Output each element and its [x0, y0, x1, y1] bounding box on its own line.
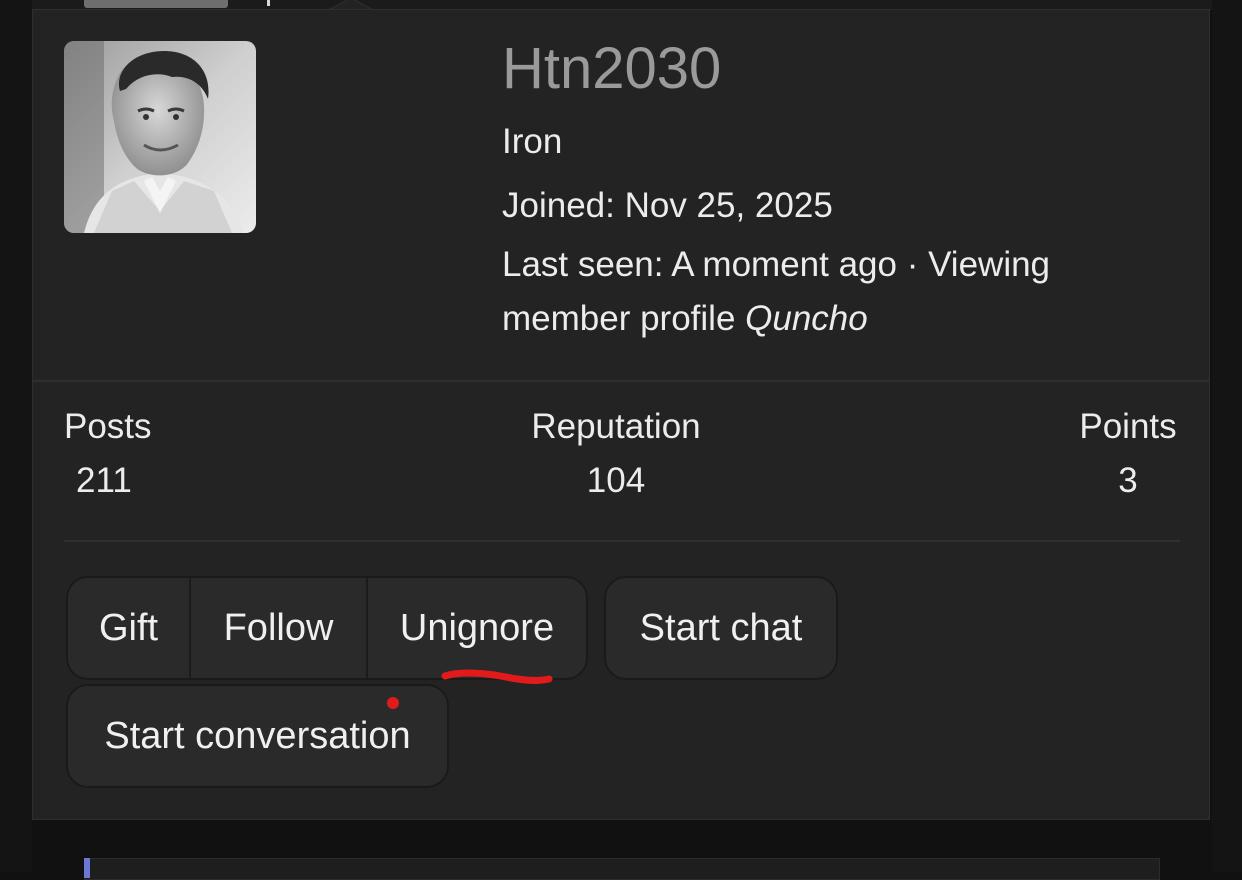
- avatar[interactable]: [64, 41, 256, 233]
- stats-divider: [64, 540, 1180, 542]
- reputation-label: Reputation: [531, 407, 701, 446]
- avatar-photo-icon: [64, 41, 256, 233]
- left-background-edge: [0, 0, 32, 872]
- gift-button[interactable]: Gift: [68, 578, 191, 678]
- next-content-panel: [84, 858, 1160, 880]
- member-stats: Posts 211 Reputation 104 Points 3: [33, 405, 1209, 515]
- last-seen-profile-link[interactable]: Quncho: [745, 299, 868, 338]
- next-content-accent: [84, 858, 90, 878]
- stat-reputation[interactable]: Reputation 104: [528, 405, 704, 503]
- previous-item-thumbnail: [84, 0, 228, 8]
- member-profile-card: Htn2030 Iron Joined: Nov 25, 2025 Last s…: [32, 9, 1210, 820]
- points-value: 3: [1118, 461, 1138, 500]
- joined-date: Joined: Nov 25, 2025: [502, 186, 833, 225]
- stat-posts[interactable]: Posts 211: [64, 405, 152, 503]
- stat-points[interactable]: Points 3: [1077, 405, 1179, 503]
- username[interactable]: Htn2030: [502, 34, 1162, 104]
- points-label: Points: [1079, 407, 1177, 446]
- reputation-value: 104: [586, 461, 646, 500]
- profile-info: Htn2030 Iron Joined: Nov 25, 2025 Last s…: [502, 34, 1162, 346]
- follow-button[interactable]: Follow: [191, 578, 368, 678]
- right-background-edge: [1212, 0, 1242, 872]
- member-action-group: Gift Follow Unignore: [66, 576, 588, 680]
- start-chat-button[interactable]: Start chat: [604, 576, 838, 680]
- last-seen: Last seen: A moment ago · Viewing member…: [502, 238, 1162, 346]
- notification-dot-icon: [387, 697, 399, 709]
- posts-label: Posts: [64, 407, 152, 446]
- unignore-button[interactable]: Unignore: [368, 578, 586, 678]
- user-title: Iron: [502, 122, 563, 161]
- section-divider: [33, 380, 1209, 382]
- previous-item-mark: [267, 0, 270, 6]
- red-underline-icon: [441, 669, 553, 684]
- posts-value: 211: [76, 461, 132, 500]
